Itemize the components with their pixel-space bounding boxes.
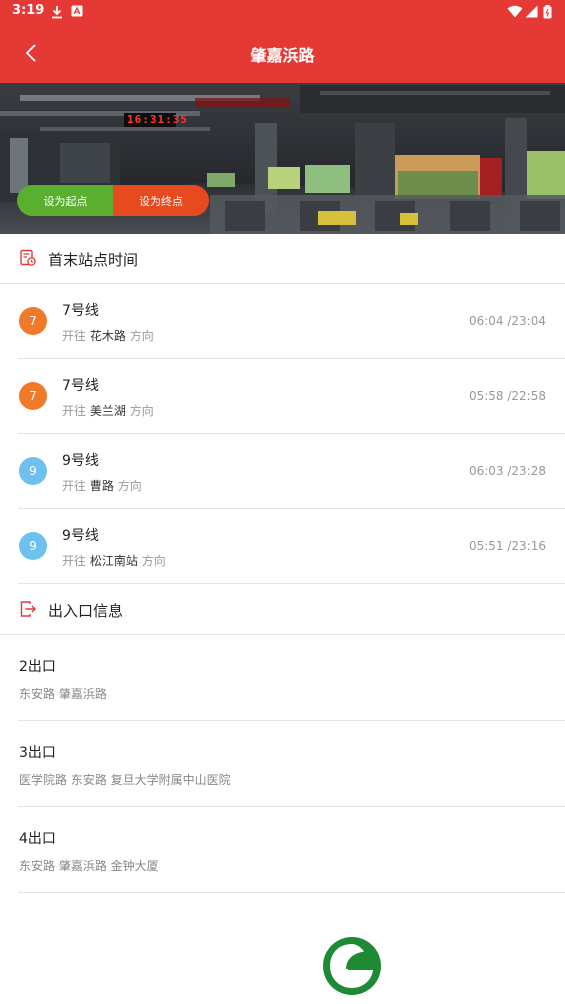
set-start-button[interactable]: 设为起点 xyxy=(17,185,114,216)
line-direction: 开往 花木路 方向 xyxy=(62,327,154,344)
first-last-times: 06:03 /23:28 xyxy=(468,464,546,478)
direction-prefix: 开往 xyxy=(62,404,87,418)
direction-prefix: 开往 xyxy=(62,329,87,343)
direction-prefix: 开往 xyxy=(62,554,87,568)
timetable-title: 首末站点时间 xyxy=(48,251,139,269)
line-name: 9号线 xyxy=(62,528,99,544)
line-badge: 7 xyxy=(19,307,47,335)
page-title: 肇嘉浜路 xyxy=(250,46,315,65)
exits-header: 出入口信息 xyxy=(0,585,565,635)
leaf-logo-icon[interactable] xyxy=(322,936,382,996)
terminal-station: 花木路 xyxy=(89,329,126,343)
divider xyxy=(18,583,565,584)
platform-clock: 16:31:35 xyxy=(127,113,188,126)
line-row[interactable]: 7 7号线 开往 花木路 方向 06:04 /23:04 xyxy=(0,284,565,359)
exit-icon xyxy=(20,601,36,617)
set-end-button[interactable]: 设为终点 xyxy=(113,185,209,216)
line-badge: 9 xyxy=(19,532,47,560)
line-badge: 9 xyxy=(19,457,47,485)
schedule-icon xyxy=(20,249,36,266)
line-row[interactable]: 9 9号线 开往 松江南站 方向 05:51 /23:16 xyxy=(0,509,565,584)
first-last-times: 05:51 /23:16 xyxy=(468,539,546,553)
line-badge: 7 xyxy=(19,382,47,410)
direction-suffix: 方向 xyxy=(141,554,166,568)
direction-suffix: 方向 xyxy=(117,479,142,493)
exit-roads: 医学院路 东安路 复旦大学附属中山医院 xyxy=(19,773,231,787)
exits-title: 出入口信息 xyxy=(48,602,124,620)
battery-icon xyxy=(543,5,552,19)
first-last-times: 05:58 /22:58 xyxy=(468,389,546,403)
exit-row[interactable]: 4出口 东安路 肇嘉浜路 金钟大厦 xyxy=(0,807,565,893)
exit-name: 4出口 xyxy=(19,831,56,847)
wifi-icon xyxy=(507,5,523,18)
line-name: 7号线 xyxy=(62,378,99,394)
status-time: 3:19 xyxy=(12,3,45,18)
terminal-station: 松江南站 xyxy=(89,554,138,568)
direction-prefix: 开往 xyxy=(62,479,87,493)
line-row[interactable]: 9 9号线 开往 曹路 方向 06:03 /23:28 xyxy=(0,434,565,509)
line-name: 9号线 xyxy=(62,453,99,469)
line-direction: 开往 美兰湖 方向 xyxy=(62,402,154,419)
app-notification-icon xyxy=(71,5,83,17)
exit-name: 3出口 xyxy=(19,745,56,761)
exit-row[interactable]: 2出口 东安路 肇嘉浜路 xyxy=(0,635,565,721)
download-icon xyxy=(52,6,62,19)
divider xyxy=(18,892,565,893)
exit-roads: 东安路 肇嘉浜路 xyxy=(19,687,107,701)
signal-icon xyxy=(525,5,538,18)
line-direction: 开往 曹路 方向 xyxy=(62,477,142,494)
app-bar: 肇嘉浜路 xyxy=(0,24,565,83)
line-name: 7号线 xyxy=(62,303,99,319)
exit-roads: 东安路 肇嘉浜路 金钟大厦 xyxy=(19,859,159,873)
terminal-station: 美兰湖 xyxy=(89,404,126,418)
line-direction: 开往 松江南站 方向 xyxy=(62,552,166,569)
direction-suffix: 方向 xyxy=(129,329,154,343)
status-bar: 3:19 xyxy=(0,0,565,24)
first-last-times: 06:04 /23:04 xyxy=(468,314,546,328)
timetable-header: 首末站点时间 xyxy=(0,234,565,284)
exit-row[interactable]: 3出口 医学院路 东安路 复旦大学附属中山医院 xyxy=(0,721,565,807)
exit-name: 2出口 xyxy=(19,659,56,675)
station-photo: 16:31:35 设为起点 设为终点 xyxy=(0,83,565,234)
terminal-station: 曹路 xyxy=(89,479,114,493)
line-row[interactable]: 7 7号线 开往 美兰湖 方向 05:58 /22:58 xyxy=(0,359,565,434)
direction-suffix: 方向 xyxy=(129,404,154,418)
